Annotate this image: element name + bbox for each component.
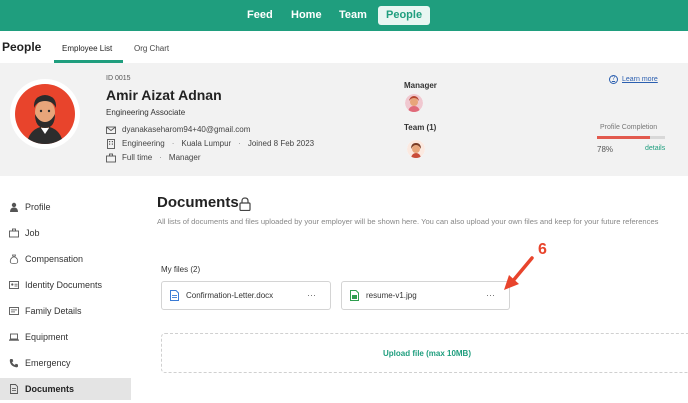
- employment-row: Full time · Manager: [106, 152, 200, 163]
- tab-org-chart[interactable]: Org Chart: [134, 44, 169, 53]
- lock-icon: [239, 197, 251, 212]
- top-navigation-bar: Feed Home Team People: [0, 0, 688, 31]
- sidebar-item-profile[interactable]: Profile: [0, 196, 131, 218]
- sidebar-item-documents[interactable]: Documents: [0, 378, 131, 400]
- annotation-arrow-icon: [504, 256, 534, 290]
- employee-email: dyanakaseharom94+40@gmail.com: [122, 125, 251, 134]
- sidebar-item-equipment[interactable]: Equipment: [0, 326, 131, 348]
- briefcase-icon: [106, 153, 116, 163]
- documents-description: All lists of documents and files uploade…: [157, 217, 659, 226]
- employee-role: Engineering Associate: [106, 108, 186, 117]
- upload-file-button[interactable]: Upload file (max 10MB): [162, 349, 688, 358]
- help-icon: ?: [609, 75, 618, 84]
- money-bag-icon: [9, 254, 19, 264]
- my-files-label: My files (2): [161, 265, 201, 274]
- learn-more-link[interactable]: ? Learn more: [609, 75, 658, 84]
- nav-team[interactable]: Team: [331, 6, 375, 25]
- sidebar-item-identity-documents[interactable]: Identity Documents: [0, 274, 131, 296]
- sidebar-item-label: Documents: [25, 384, 75, 394]
- sub-navigation: People Employee List Org Chart: [0, 31, 688, 63]
- person-icon: [9, 202, 19, 212]
- sidebar-item-label: Identity Documents: [25, 280, 103, 290]
- employee-location: Kuala Lumpur: [181, 139, 232, 148]
- nav-people[interactable]: People: [378, 6, 431, 25]
- profile-completion-fill: [597, 136, 651, 139]
- id-card-icon: [9, 280, 19, 290]
- employee-joined: Joined 8 Feb 2023: [247, 139, 315, 148]
- tab-employee-list[interactable]: Employee List: [62, 44, 112, 53]
- employment-type: Full time: [122, 153, 153, 162]
- file-more-options-button[interactable]: ···: [307, 290, 316, 300]
- briefcase-icon: [9, 228, 19, 238]
- sidebar-item-family-details[interactable]: Family Details: [0, 300, 131, 322]
- sidebar-item-label: Equipment: [25, 332, 69, 342]
- envelope-icon: [106, 125, 116, 135]
- upload-dropzone[interactable]: Upload file (max 10MB): [161, 333, 688, 373]
- documents-title: Documents: [157, 194, 239, 211]
- sidebar-item-label: Family Details: [25, 306, 82, 316]
- page-title: People: [2, 40, 42, 54]
- manager-label: Manager: [404, 81, 437, 90]
- profile-completion-label: Profile Completion: [600, 124, 658, 131]
- sidebar-item-emergency[interactable]: Emergency: [0, 352, 131, 374]
- phone-icon: [9, 358, 19, 368]
- email-row: dyanakaseharom94+40@gmail.com: [106, 124, 250, 135]
- laptop-icon: [9, 332, 19, 342]
- sidebar-item-label: Compensation: [25, 254, 84, 264]
- employee-id: ID 0015: [106, 75, 131, 82]
- file-card-resume[interactable]: resume-v1.jpg ···: [341, 281, 510, 310]
- sidebar-item-label: Profile: [25, 202, 51, 212]
- docx-file-icon: [170, 290, 179, 301]
- employee-name: Amir Aizat Adnan: [106, 87, 222, 103]
- profile-completion-percent: 78%: [597, 145, 614, 154]
- image-file-icon: [350, 290, 359, 301]
- building-icon: [106, 138, 116, 149]
- file-more-options-button[interactable]: ···: [486, 290, 495, 300]
- profile-completion-details-link[interactable]: details: [645, 145, 665, 152]
- avatar: [10, 79, 80, 149]
- department-row: Engineering · Kuala Lumpur · Joined 8 Fe…: [106, 138, 314, 149]
- sidebar-item-compensation[interactable]: Compensation: [0, 248, 131, 270]
- team-label: Team (1): [404, 123, 437, 132]
- sidebar-item-job[interactable]: Job: [0, 222, 131, 244]
- file-card-confirmation-letter[interactable]: Confirmation-Letter.docx ···: [161, 281, 331, 310]
- file-name: resume-v1.jpg: [366, 291, 417, 300]
- manager-avatar[interactable]: [405, 94, 423, 112]
- profile-completion-bar: [597, 136, 665, 139]
- avatar-illustration: [15, 84, 75, 144]
- file-name: Confirmation-Letter.docx: [186, 291, 274, 300]
- employee-level: Manager: [168, 153, 201, 162]
- nav-home[interactable]: Home: [283, 6, 330, 25]
- nav-feed[interactable]: Feed: [239, 6, 281, 25]
- sidebar-item-label: Emergency: [25, 358, 71, 368]
- profile-header: ID 0015 Amir Aizat Adnan Engineering Ass…: [0, 63, 688, 176]
- team-member-avatar[interactable]: [407, 140, 425, 158]
- employee-department: Engineering: [122, 139, 165, 148]
- learn-more-label: Learn more: [622, 76, 658, 83]
- family-card-icon: [9, 306, 19, 316]
- sidebar-item-label: Job: [25, 228, 40, 238]
- document-icon: [9, 384, 19, 394]
